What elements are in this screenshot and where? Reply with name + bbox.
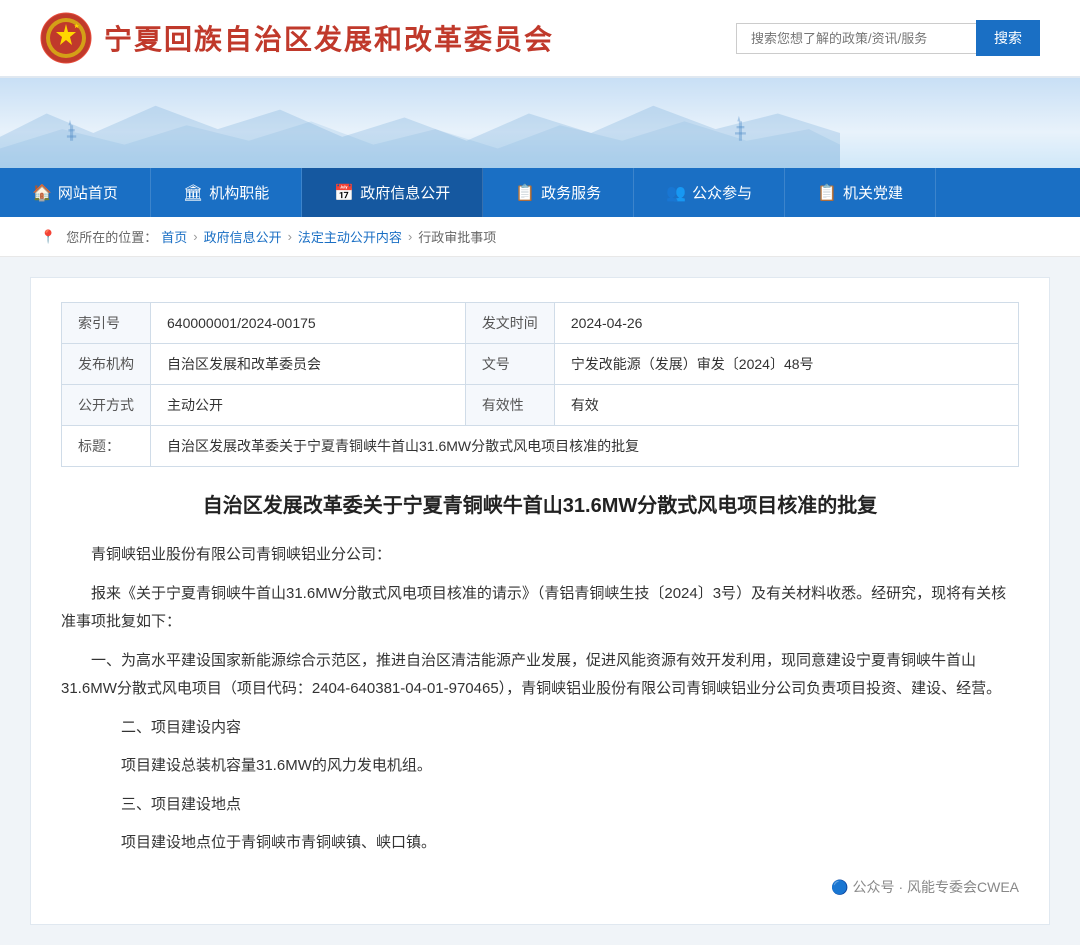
nav-item-party[interactable]: 📋 机关党建 — [785, 168, 936, 217]
breadcrumb-current: 行政审批事项 — [418, 227, 496, 246]
value-opentype: 主动公开 — [151, 385, 466, 426]
nav-item-home[interactable]: 🏠 网站首页 — [0, 168, 151, 217]
party-icon: 📋 — [817, 183, 837, 203]
nav-item-info[interactable]: 📅 政府信息公开 — [302, 168, 483, 217]
home-icon: 🏠 — [32, 183, 52, 203]
logo-area: 宁夏回族自治区发展和改革委员会 — [40, 12, 554, 64]
site-header: 宁夏回族自治区发展和改革委员会 搜索 — [0, 0, 1080, 78]
article-para-4: 三、项目建设地点 — [61, 791, 1019, 820]
article-para-3: 项目建设总装机容量31.6MW的风力发电机组。 — [61, 752, 1019, 781]
table-row: 索引号 640000001/2024-00175 发文时间 2024-04-26 — [62, 303, 1019, 344]
value-org: 自治区发展和改革委员会 — [151, 344, 466, 385]
nav-item-info-label: 政府信息公开 — [360, 182, 450, 203]
label-org: 发布机构 — [62, 344, 151, 385]
main-content: 索引号 640000001/2024-00175 发文时间 2024-04-26… — [30, 277, 1050, 925]
value-validity: 有效 — [554, 385, 1018, 426]
breadcrumb-sep-2: › — [288, 229, 292, 244]
search-button[interactable]: 搜索 — [976, 20, 1040, 56]
article-para-5: 项目建设地点位于青铜峡市青铜峡镇、峡口镇。 — [61, 829, 1019, 858]
banner — [0, 78, 1080, 168]
nav-item-home-label: 网站首页 — [58, 182, 118, 203]
article-para-1: 一、为高水平建设国家新能源综合示范区，推进自治区清洁能源产业发展，促进风能资源有… — [61, 647, 1019, 704]
banner-decoration-icon — [0, 98, 840, 168]
article-para-0: 报来《关于宁夏青铜峡牛首山31.6MW分散式风电项目核准的请示》（青铝青铜峡生技… — [61, 580, 1019, 637]
breadcrumb-level2[interactable]: 法定主动公开内容 — [298, 227, 402, 246]
label-docnum: 文号 — [465, 344, 554, 385]
people-icon: 👥 — [666, 183, 686, 203]
calendar-icon: 📅 — [334, 183, 354, 203]
location-icon: 📍 — [40, 229, 56, 245]
breadcrumb-home[interactable]: 首页 — [161, 227, 187, 246]
nav-item-public[interactable]: 👥 公众参与 — [634, 168, 785, 217]
main-nav: 🏠 网站首页 🏛 机构职能 📅 政府信息公开 📋 政务服务 👥 公众参与 📋 机… — [0, 168, 1080, 217]
breadcrumb-level1[interactable]: 政府信息公开 — [204, 227, 282, 246]
breadcrumb-sep-3: › — [408, 229, 412, 244]
table-row: 发布机构 自治区发展和改革委员会 文号 宁发改能源（发展）审发〔2024〕48号 — [62, 344, 1019, 385]
breadcrumb-label: 您所在的位置： — [66, 227, 157, 246]
nav-item-service[interactable]: 📋 政务服务 — [483, 168, 634, 217]
org-icon: 🏛 — [183, 183, 203, 203]
article-recipient: 青铜峡铝业股份有限公司青铜峡铝业分公司： — [61, 541, 1019, 570]
search-area: 搜索 — [736, 20, 1040, 56]
document-info-table: 索引号 640000001/2024-00175 发文时间 2024-04-26… — [61, 302, 1019, 467]
label-date: 发文时间 — [465, 303, 554, 344]
search-input[interactable] — [736, 23, 976, 54]
table-row: 公开方式 主动公开 有效性 有效 — [62, 385, 1019, 426]
national-emblem-icon — [40, 12, 92, 64]
table-row-title: 标题： 自治区发展改革委关于宁夏青铜峡牛首山31.6MW分散式风电项目核准的批复 — [62, 426, 1019, 467]
nav-item-service-label: 政务服务 — [541, 182, 601, 203]
value-date: 2024-04-26 — [554, 303, 1018, 344]
label-opentype: 公开方式 — [62, 385, 151, 426]
breadcrumb: 📍 您所在的位置： 首页 › 政府信息公开 › 法定主动公开内容 › 行政审批事… — [0, 217, 1080, 257]
label-title: 标题： — [62, 426, 151, 467]
nav-item-org-label: 机构职能 — [209, 182, 269, 203]
nav-item-party-label: 机关党建 — [843, 182, 903, 203]
nav-item-public-label: 公众参与 — [692, 182, 752, 203]
site-title: 宁夏回族自治区发展和改革委员会 — [104, 18, 554, 58]
wechat-watermark: 🔵 公众号 · 风能专委会CWEA — [61, 874, 1019, 901]
nav-item-org[interactable]: 🏛 机构职能 — [151, 168, 302, 217]
value-title: 自治区发展改革委关于宁夏青铜峡牛首山31.6MW分散式风电项目核准的批复 — [151, 426, 1019, 467]
label-index: 索引号 — [62, 303, 151, 344]
value-index: 640000001/2024-00175 — [151, 303, 466, 344]
article-para-2: 二、项目建设内容 — [61, 714, 1019, 743]
breadcrumb-sep-1: › — [193, 229, 197, 244]
service-icon: 📋 — [515, 183, 535, 203]
value-docnum: 宁发改能源（发展）审发〔2024〕48号 — [554, 344, 1018, 385]
article-title: 自治区发展改革委关于宁夏青铜峡牛首山31.6MW分散式风电项目核准的批复 — [61, 491, 1019, 521]
article-body: 青铜峡铝业股份有限公司青铜峡铝业分公司： 报来《关于宁夏青铜峡牛首山31.6MW… — [61, 541, 1019, 900]
label-validity: 有效性 — [465, 385, 554, 426]
